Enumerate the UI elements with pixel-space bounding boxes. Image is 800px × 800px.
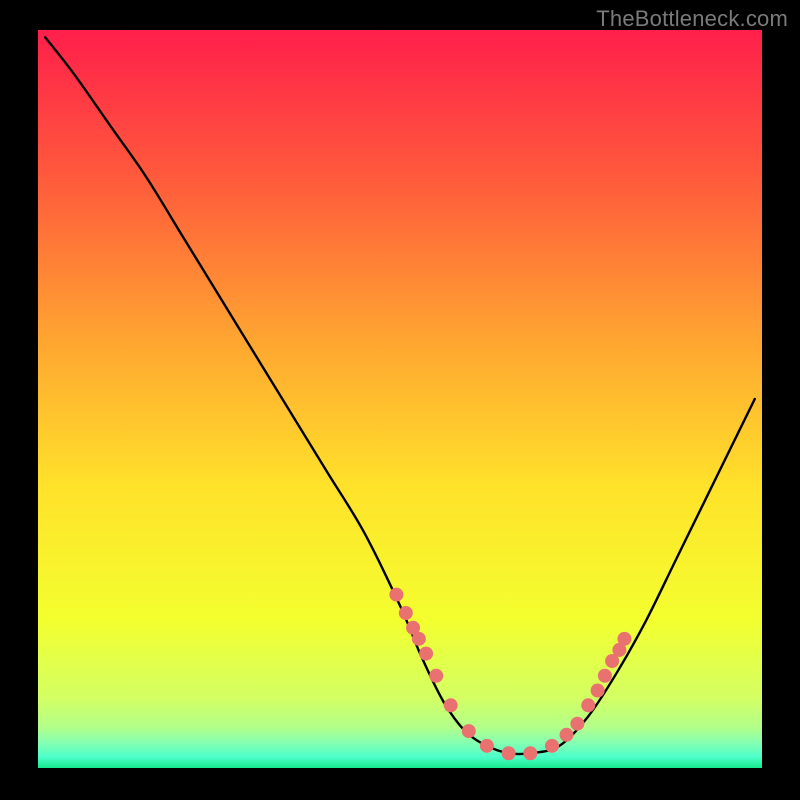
curve-marker — [523, 746, 537, 760]
curve-marker — [617, 632, 631, 646]
chart-stage: TheBottleneck.com — [0, 0, 800, 800]
curve-marker — [444, 698, 458, 712]
curve-marker — [502, 746, 516, 760]
curve-marker — [591, 684, 605, 698]
curve-marker — [412, 632, 426, 646]
bottleneck-chart — [0, 0, 800, 800]
curve-marker — [570, 717, 584, 731]
curve-marker — [560, 728, 574, 742]
curve-marker — [399, 606, 413, 620]
curve-marker — [419, 647, 433, 661]
curve-marker — [598, 669, 612, 683]
plot-background — [38, 30, 762, 768]
curve-marker — [429, 669, 443, 683]
curve-marker — [480, 739, 494, 753]
curve-marker — [389, 588, 403, 602]
curve-marker — [581, 698, 595, 712]
curve-marker — [462, 724, 476, 738]
watermark-text: TheBottleneck.com — [596, 6, 788, 32]
curve-marker — [545, 739, 559, 753]
